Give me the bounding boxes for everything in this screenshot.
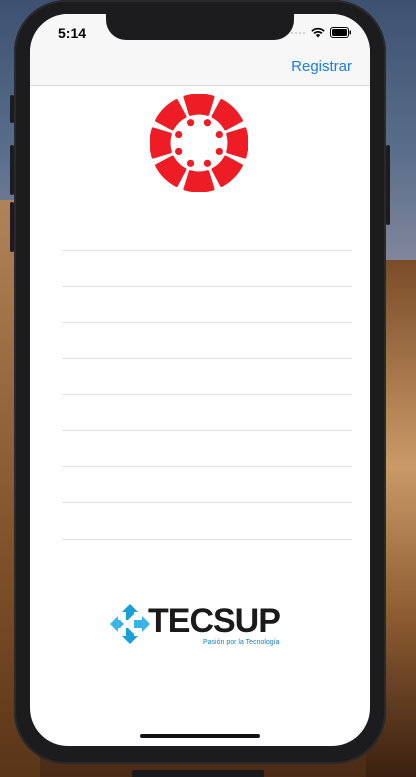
status-bar: 5:14 [30, 14, 370, 54]
wifi-icon [311, 27, 325, 38]
register-button[interactable]: Registrar [291, 58, 352, 75]
status-icons [290, 27, 352, 38]
notch [106, 14, 294, 40]
form-field-line-6[interactable] [62, 430, 352, 431]
navigation-bar: Registrar [30, 54, 370, 86]
form-field-line-9[interactable] [62, 539, 352, 540]
app-screen: 5:14 Registrar TECSUP Pasión por la Tecn… [30, 14, 370, 746]
status-time: 5:14 [58, 25, 87, 41]
volume-up-button [10, 145, 14, 195]
tecsup-logo-icon [110, 604, 150, 644]
tecsup-wordmark: TECSUP [148, 602, 281, 640]
form-field-line-1[interactable] [62, 250, 352, 251]
cellular-icon [291, 31, 305, 34]
volume-down-button [10, 202, 14, 252]
tecsup-logo: TECSUP Pasión por la Tecnología [108, 602, 288, 652]
tecsup-tagline: Pasión por la Tecnología [203, 639, 280, 646]
form-field-line-3[interactable] [62, 322, 352, 323]
canvas-logo-icon [150, 94, 248, 192]
form-field-line-2[interactable] [62, 286, 352, 287]
form-field-line-8[interactable] [62, 502, 352, 503]
mute-switch [10, 95, 14, 123]
form-field-line-5[interactable] [62, 394, 352, 395]
power-button [386, 145, 390, 225]
form-field-line-4[interactable] [62, 358, 352, 359]
home-indicator[interactable] [140, 734, 260, 738]
form-field-line-7[interactable] [62, 466, 352, 467]
dock-edge [132, 770, 264, 777]
battery-icon [330, 27, 351, 38]
